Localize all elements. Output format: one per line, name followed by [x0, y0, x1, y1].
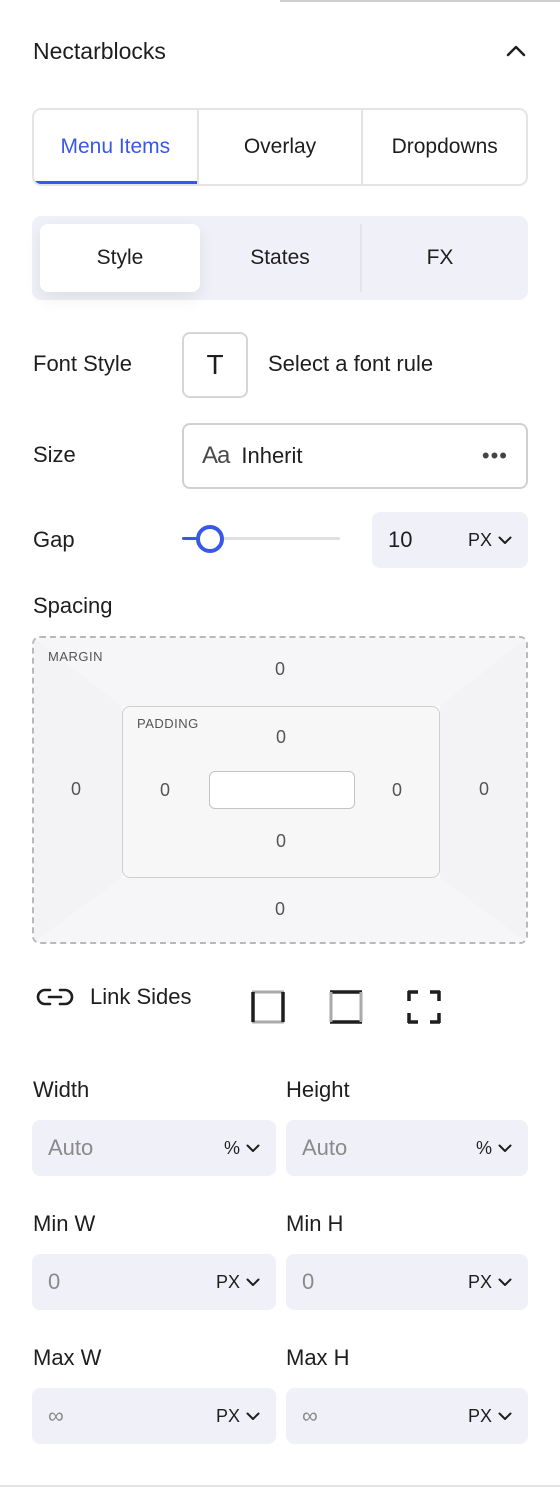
- vertical-sides-icon[interactable]: [250, 989, 286, 1025]
- tab-dropdowns[interactable]: Dropdowns: [363, 110, 526, 184]
- panel-header[interactable]: Nectarblocks: [33, 36, 528, 66]
- min-width-input[interactable]: 0 PX: [32, 1254, 276, 1310]
- subtab-style[interactable]: Style: [40, 224, 200, 292]
- link-sides-toggle[interactable]: Link Sides: [36, 984, 192, 1010]
- padding-top-value[interactable]: 0: [266, 727, 296, 748]
- font-style-label: Font Style: [33, 351, 133, 376]
- chevron-down-icon: [498, 536, 512, 544]
- typography-icon: Aa: [202, 442, 230, 469]
- max-width-unit-select[interactable]: PX: [216, 1406, 260, 1427]
- bottom-divider: [0, 1485, 560, 1487]
- chevron-down-icon: [246, 1144, 260, 1152]
- width-label: Width: [33, 1077, 90, 1102]
- min-width-unit-select[interactable]: PX: [216, 1272, 260, 1293]
- height-value: Auto: [302, 1135, 348, 1160]
- width-unit-select[interactable]: %: [224, 1138, 260, 1159]
- max-height-input[interactable]: ∞ PX: [286, 1388, 528, 1444]
- font-rule-placeholder[interactable]: Select a font rule: [268, 351, 433, 377]
- chevron-down-icon: [498, 1144, 512, 1152]
- max-height-label: Max H: [286, 1345, 350, 1370]
- min-height-label: Min H: [286, 1211, 344, 1236]
- spacing-label: Spacing: [33, 593, 113, 618]
- min-width-value: 0: [48, 1269, 61, 1294]
- width-unit: %: [223, 1137, 240, 1158]
- gap-unit-select[interactable]: PX: [468, 530, 512, 551]
- min-width-unit: PX: [215, 1271, 240, 1292]
- min-height-unit: PX: [467, 1271, 492, 1292]
- height-input[interactable]: Auto %: [286, 1120, 528, 1176]
- spacing-box-model: MARGIN 0 0 0 0 PADDING 0 0 0 0: [32, 636, 528, 944]
- gap-label: Gap: [33, 527, 75, 552]
- panel-title: Nectarblocks: [33, 37, 166, 64]
- margin-label: MARGIN: [48, 649, 103, 664]
- font-style-button[interactable]: T: [182, 332, 248, 398]
- max-height-unit: PX: [467, 1405, 492, 1426]
- tab-overlay[interactable]: Overlay: [199, 110, 364, 184]
- chevron-down-icon: [498, 1278, 512, 1286]
- padding-right-value[interactable]: 0: [382, 780, 412, 801]
- width-value: Auto: [48, 1135, 94, 1160]
- min-width-label: Min W: [33, 1211, 96, 1236]
- link-sides-label: Link Sides: [90, 984, 192, 1009]
- subtab-states[interactable]: States: [200, 224, 360, 292]
- max-width-unit: PX: [215, 1405, 240, 1426]
- height-unit-select[interactable]: %: [476, 1138, 512, 1159]
- min-height-input[interactable]: 0 PX: [286, 1254, 528, 1310]
- max-width-input[interactable]: ∞ PX: [32, 1388, 276, 1444]
- max-height-value: ∞: [302, 1403, 318, 1428]
- margin-right-value[interactable]: 0: [469, 779, 499, 800]
- chevron-down-icon: [246, 1278, 260, 1286]
- horizontal-sides-icon[interactable]: [328, 989, 364, 1025]
- padding-box: PADDING 0 0 0 0: [122, 706, 440, 878]
- margin-top-value[interactable]: 0: [265, 659, 295, 680]
- gap-value: 10: [388, 527, 413, 552]
- gap-unit: PX: [467, 529, 492, 550]
- main-tabs: Menu Items Overlay Dropdowns: [32, 108, 528, 186]
- sub-tabs: Style States FX: [32, 216, 528, 300]
- all-sides-icon[interactable]: [406, 989, 442, 1025]
- max-width-value: ∞: [48, 1403, 64, 1428]
- link-icon: [36, 988, 74, 1006]
- min-height-value: 0: [302, 1269, 315, 1294]
- height-unit: %: [475, 1137, 492, 1158]
- max-width-label: Max W: [33, 1345, 102, 1370]
- padding-bottom-value[interactable]: 0: [266, 831, 296, 852]
- size-label: Size: [33, 442, 76, 467]
- gap-input[interactable]: 10 PX: [372, 512, 528, 568]
- size-field[interactable]: Aa Inherit •••: [182, 423, 528, 489]
- more-options-icon[interactable]: •••: [482, 443, 508, 469]
- chevron-down-icon: [498, 1412, 512, 1420]
- chevron-up-icon[interactable]: [504, 39, 528, 63]
- size-value: Inherit: [241, 443, 303, 468]
- top-divider: [280, 0, 560, 2]
- padding-label: PADDING: [137, 716, 199, 731]
- chevron-down-icon: [246, 1412, 260, 1420]
- margin-bottom-value[interactable]: 0: [265, 899, 295, 920]
- padding-left-value[interactable]: 0: [150, 780, 180, 801]
- tab-menu-items[interactable]: Menu Items: [34, 110, 199, 184]
- content-box: [209, 771, 355, 809]
- gap-slider-thumb[interactable]: [196, 525, 225, 553]
- subtab-fx[interactable]: FX: [360, 224, 520, 292]
- height-label: Height: [286, 1077, 350, 1102]
- min-height-unit-select[interactable]: PX: [468, 1272, 512, 1293]
- width-input[interactable]: Auto %: [32, 1120, 276, 1176]
- max-height-unit-select[interactable]: PX: [468, 1406, 512, 1427]
- margin-left-value[interactable]: 0: [61, 779, 91, 800]
